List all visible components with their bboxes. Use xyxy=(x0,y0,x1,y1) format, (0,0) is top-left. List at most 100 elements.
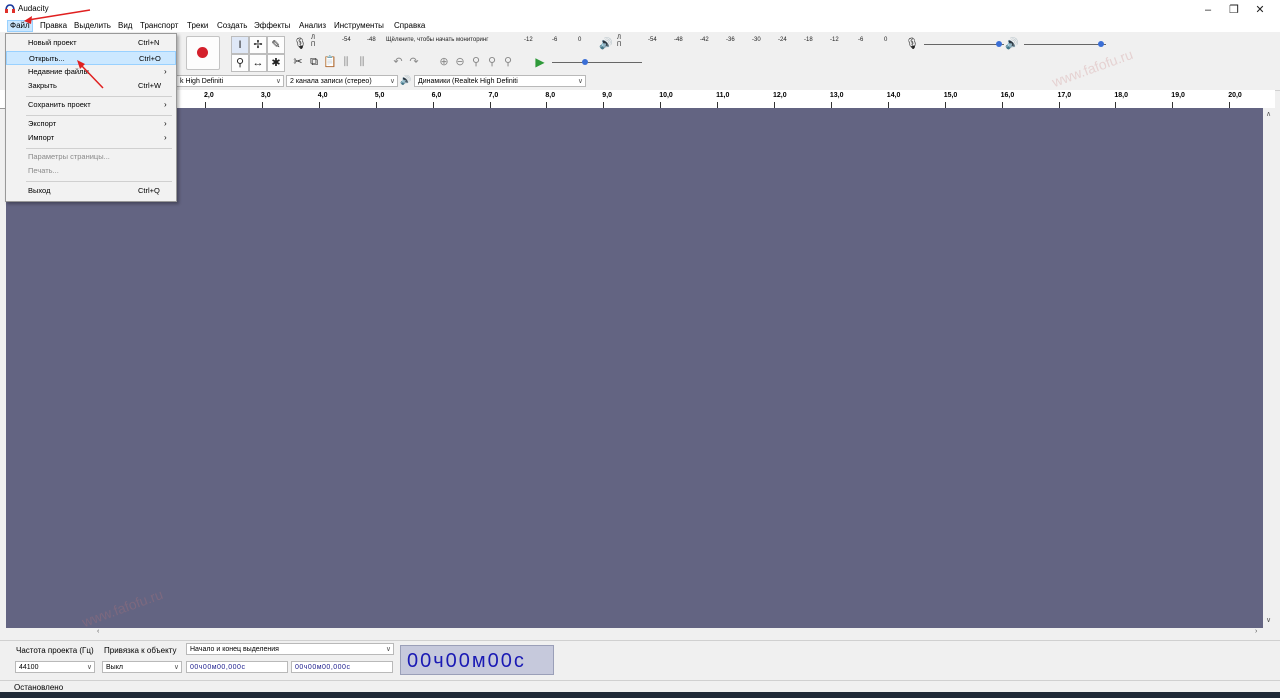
title-bar: Audacity – ❐ ✕ xyxy=(0,0,1280,20)
play-tick: -54 xyxy=(648,37,657,43)
selection-mode-value: Начало и конец выделения xyxy=(190,646,279,653)
minimize-button[interactable]: – xyxy=(1196,3,1220,17)
menu-item-save-project[interactable]: Сохранить проект › xyxy=(6,98,176,112)
scroll-down-icon[interactable]: ∨ xyxy=(1266,616,1271,624)
snap-value: Выкл xyxy=(106,664,123,671)
playback-device-value: Динамики (Realtek High Definiti xyxy=(418,78,518,85)
rec-volume-thumb[interactable] xyxy=(996,41,1002,47)
menu-item-exit[interactable]: Выход Ctrl+Q xyxy=(6,184,176,198)
ruler-tick-label: 5,0 xyxy=(374,92,385,99)
maximize-button[interactable]: ❐ xyxy=(1222,3,1246,17)
menu-generate[interactable]: Создать xyxy=(215,21,249,31)
menu-analyze[interactable]: Анализ xyxy=(297,21,328,31)
chevron-down-icon: ∨ xyxy=(86,664,92,671)
file-menu-dropdown: Новый проект Ctrl+N Открыть... Ctrl+O Неда… xyxy=(5,33,177,202)
track-area[interactable] xyxy=(6,108,1263,628)
project-rate-select[interactable]: 44100 ∨ xyxy=(15,661,95,673)
menu-item-page-setup[interactable]: Параметры страницы... xyxy=(6,150,176,164)
play-tick: -30 xyxy=(752,37,761,43)
menu-item-recent-files[interactable]: Недавние файлы › xyxy=(6,65,176,79)
chevron-down-icon: ∨ xyxy=(577,78,583,85)
chevron-down-icon: ∨ xyxy=(389,78,395,85)
fit-project-icon[interactable]: ⚲ xyxy=(484,54,500,70)
status-text: Остановлено xyxy=(14,683,64,692)
ruler-tick-label: 4,0 xyxy=(317,92,328,99)
menu-item-export[interactable]: Экспорт › xyxy=(6,117,176,131)
play-speed-slider[interactable] xyxy=(552,62,642,63)
scroll-left-icon[interactable]: ‹ xyxy=(97,628,99,635)
rec-tick-6: -6 xyxy=(552,37,558,43)
menu-file[interactable]: Файл xyxy=(7,20,33,32)
ruler-tick-label: 7,0 xyxy=(488,92,499,99)
play-tick: -48 xyxy=(674,37,683,43)
menu-item-print[interactable]: Печать... xyxy=(6,164,176,178)
menu-item-import[interactable]: Импорт › xyxy=(6,131,176,145)
ruler-tick-label: 15,0 xyxy=(943,92,958,99)
play-tick: 0 xyxy=(884,37,888,43)
snap-select[interactable]: Выкл ∨ xyxy=(102,661,182,673)
record-button[interactable] xyxy=(186,36,220,70)
cut-icon[interactable]: ✂ xyxy=(290,54,306,70)
speaker-icon: 🔊 xyxy=(400,75,412,85)
ruler-tick-label: 6,0 xyxy=(431,92,442,99)
menu-select[interactable]: Выделить xyxy=(72,21,113,31)
copy-icon[interactable]: ⧉ xyxy=(306,54,322,70)
menu-tools[interactable]: Инструменты xyxy=(332,21,386,31)
close-button[interactable]: ✕ xyxy=(1248,3,1272,17)
scroll-right-icon[interactable]: › xyxy=(1255,628,1257,635)
play-volume-thumb[interactable] xyxy=(1098,41,1104,47)
multi-tool-icon[interactable]: ✱ xyxy=(267,54,285,72)
audacity-logo-icon xyxy=(5,4,15,13)
zoom-toggle-icon[interactable]: ⚲ xyxy=(500,54,516,70)
zoom-tool-icon[interactable]: ⚲ xyxy=(231,54,249,72)
menu-item-label: Выход xyxy=(28,186,51,195)
vertical-scrollbar[interactable]: ∧ ∨ xyxy=(1263,108,1275,628)
rec-meter-scale-left2[interactable]: -48 xyxy=(367,37,376,47)
menu-view[interactable]: Вид xyxy=(116,21,134,31)
silence-icon[interactable]: ⫼ xyxy=(354,54,370,70)
submenu-arrow-icon: › xyxy=(164,67,167,76)
rec-device-select[interactable]: k High Definiti ∨ xyxy=(176,75,284,87)
selection-end-time[interactable]: 00ч00м00,000с xyxy=(291,661,393,673)
menu-item-label: Сохранить проект xyxy=(28,100,91,109)
menu-edit[interactable]: Правка xyxy=(38,21,69,31)
redo-icon[interactable]: ↷ xyxy=(406,54,422,70)
undo-icon[interactable]: ↶ xyxy=(390,54,406,70)
zoom-in-icon[interactable]: ⊕ xyxy=(436,54,452,70)
envelope-tool-icon[interactable]: ✢ xyxy=(249,36,267,54)
play-at-speed-icon[interactable]: ▶ xyxy=(532,54,548,70)
audio-position-display[interactable]: 00ч00м00с xyxy=(400,645,554,675)
menu-transport[interactable]: Транспорт xyxy=(138,21,180,31)
draw-tool-icon[interactable]: ✎ xyxy=(267,36,285,54)
selection-tool-icon[interactable]: I xyxy=(231,36,249,54)
playback-device-select[interactable]: Динамики (Realtek High Definiti ∨ xyxy=(414,75,586,87)
selection-toolbar: Частота проекта (Гц) 44100 ∨ Привязка к о… xyxy=(0,640,1280,679)
fit-selection-icon[interactable]: ⚲ xyxy=(468,54,484,70)
paste-icon[interactable]: 📋 xyxy=(322,54,338,70)
zoom-out-icon[interactable]: ⊖ xyxy=(452,54,468,70)
play-volume-slider[interactable] xyxy=(1024,44,1106,45)
menu-item-label: Открыть... xyxy=(29,54,65,63)
horizontal-scrollbar[interactable]: ‹ › xyxy=(95,628,1275,638)
menu-item-label: Закрыть xyxy=(28,81,57,90)
timeline-ruler[interactable]: 2,0 3,0 4,0 5,0 6,0 7,0 8,0 9,0 10,0 11,0 12,0 13,0… xyxy=(0,90,1275,109)
rec-meter-hint[interactable]: Щёлкните, чтобы начать мониторинг xyxy=(386,37,488,47)
rec-volume-slider[interactable] xyxy=(924,44,1004,45)
menu-item-close[interactable]: Закрыть Ctrl+W xyxy=(6,79,176,93)
menu-help[interactable]: Справка xyxy=(392,21,427,31)
scroll-up-icon[interactable]: ∧ xyxy=(1266,110,1271,118)
play-speed-thumb[interactable] xyxy=(582,59,588,65)
menu-effects[interactable]: Эффекты xyxy=(252,21,292,31)
rec-meter-scale-left[interactable]: -54 xyxy=(342,37,351,47)
menu-item-open[interactable]: Открыть... Ctrl+O xyxy=(6,51,176,65)
timeshift-tool-icon[interactable]: ↔ xyxy=(249,54,267,72)
taskbar xyxy=(0,692,1280,698)
trim-icon[interactable]: ⫼ xyxy=(338,54,354,70)
ruler-tick-label: 10,0 xyxy=(659,92,673,99)
menu-item-new-project[interactable]: Новый проект Ctrl+N xyxy=(6,36,176,50)
selection-start-time[interactable]: 00ч00м00,000с xyxy=(186,661,288,673)
selection-mode-select[interactable]: Начало и конец выделения ∨ xyxy=(186,643,394,655)
ruler-tick-label: 19,0 xyxy=(1171,92,1185,99)
channels-select[interactable]: 2 канала записи (стерео) ∨ xyxy=(286,75,398,87)
menu-tracks[interactable]: Треки xyxy=(185,21,210,31)
